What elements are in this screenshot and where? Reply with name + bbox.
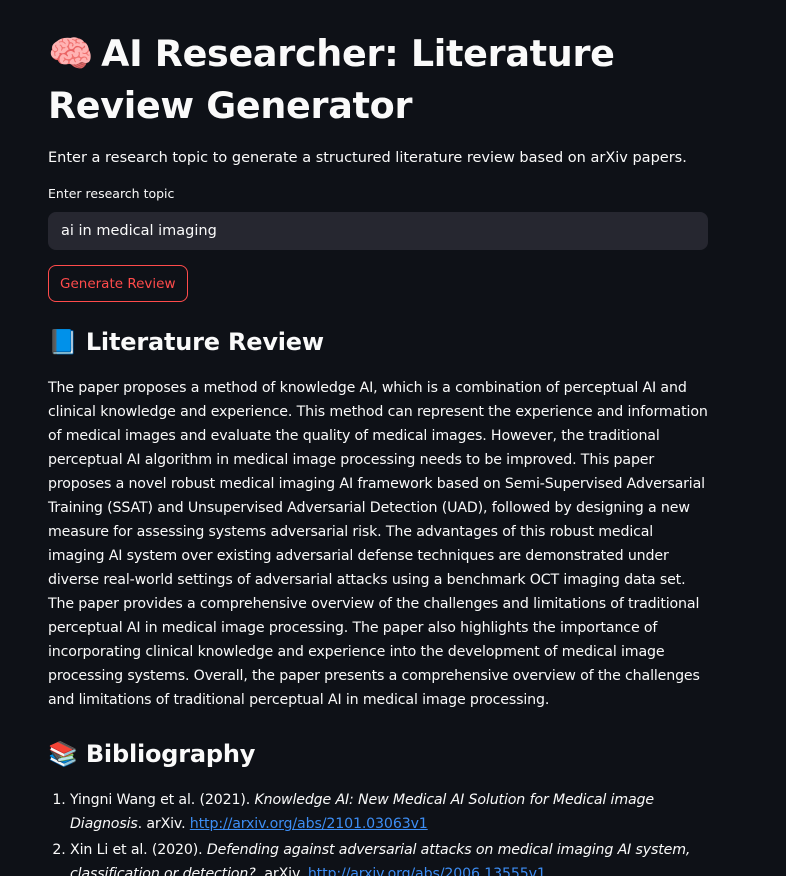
generate-review-button[interactable]: Generate Review [48, 265, 188, 302]
bib-link[interactable]: http://arxiv.org/abs/2006.13555v1 [308, 866, 546, 876]
bibliography-heading: 📚 Bibliography [48, 736, 708, 772]
bib-authors: Xin Li et al. (2020). [70, 842, 207, 858]
main-content: 🧠 AI Researcher: Literature Review Genera… [48, 24, 708, 876]
page-title: 🧠 AI Researcher: Literature Review Genera… [48, 24, 708, 132]
bibliography-list: Yingni Wang et al. (2021). Knowledge AI:… [48, 788, 708, 876]
literature-review-heading: 📘 Literature Review [48, 324, 708, 360]
page-title-text: AI Researcher: Literature Review Generat… [48, 32, 615, 127]
literature-review-heading-text: Literature Review [85, 328, 324, 356]
bibliography-entry: Xin Li et al. (2020). Defending against … [70, 838, 708, 876]
bibliography-heading-text: Bibliography [85, 740, 256, 768]
topic-input[interactable] [48, 212, 708, 250]
bib-link[interactable]: http://arxiv.org/abs/2101.03063v1 [190, 816, 428, 832]
bib-authors: Yingni Wang et al. (2021). [70, 792, 255, 808]
topic-input-label: Enter research topic [48, 186, 175, 201]
bib-source: . arXiv. [137, 816, 190, 832]
brain-icon: 🧠 [48, 32, 94, 75]
literature-review-text: The paper proposes a method of knowledge… [48, 380, 708, 708]
bib-source: . arXiv. [255, 866, 308, 876]
intro-text: Enter a research topic to generate a str… [48, 150, 687, 166]
blue-book-icon: 📘 [48, 328, 78, 356]
books-icon: 📚 [48, 740, 78, 768]
bibliography-entry: Yingni Wang et al. (2021). Knowledge AI:… [70, 788, 708, 836]
